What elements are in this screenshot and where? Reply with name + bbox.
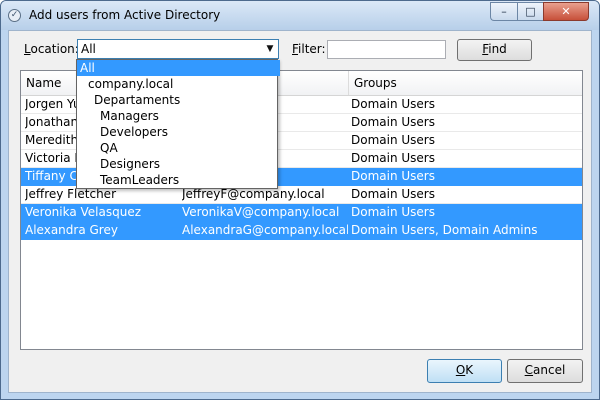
email-cell: AlexandraG@company.local	[182, 223, 348, 237]
filter-label: Filter:	[292, 42, 326, 56]
chevron-down-icon[interactable]: ▼	[262, 40, 278, 58]
location-dropdown[interactable]: All company.local Departaments Managers Deve…	[76, 59, 280, 189]
name-cell: Veronika Velasquez	[25, 205, 142, 219]
dialog-window: ✓ Add users from Active Directory – □ ✕ …	[0, 0, 600, 400]
dropdown-item[interactable]: Managers	[77, 108, 300, 124]
close-button[interactable]: ✕	[543, 2, 589, 21]
groups-cell: Domain Users	[351, 97, 435, 111]
window-title: Add users from Active Directory	[29, 8, 221, 22]
groups-cell: Domain Users	[351, 169, 435, 183]
location-label: Location:	[24, 42, 79, 56]
name-cell: Alexandra Grey	[25, 223, 118, 237]
dropdown-item[interactable]: TeamLeaders	[77, 172, 300, 188]
dropdown-item[interactable]: Developers	[77, 124, 300, 140]
dropdown-item[interactable]: Departaments	[77, 92, 294, 108]
groups-cell: Domain Users	[351, 115, 435, 129]
groups-cell: Domain Users	[351, 187, 435, 201]
email-cell: VeronikaV@company.local	[182, 205, 340, 219]
table-row[interactable]: Veronika Velasquez VeronikaV@company.loca…	[21, 204, 582, 222]
location-combobox[interactable]: All ▼	[77, 39, 279, 59]
dropdown-item[interactable]: company.local	[77, 76, 288, 92]
maximize-button[interactable]: □	[517, 2, 543, 21]
window-controls: – □ ✕	[490, 2, 589, 21]
location-label-text: Location:	[24, 42, 79, 56]
dropdown-item[interactable]: Designers	[77, 156, 300, 172]
filter-label-text: Filter:	[292, 42, 326, 56]
groups-cell: Domain Users	[351, 205, 435, 219]
dropdown-item[interactable]: QA	[77, 140, 300, 156]
groups-cell: Domain Users	[351, 133, 435, 147]
ok-button[interactable]: OK	[427, 359, 502, 383]
dropdown-item[interactable]: All	[77, 60, 280, 76]
groups-cell: Domain Users, Domain Admins	[351, 223, 538, 237]
find-button[interactable]: Find	[457, 39, 532, 61]
minimize-button[interactable]: –	[490, 2, 517, 21]
filter-input[interactable]	[327, 40, 446, 59]
column-header-groups[interactable]: Groups	[349, 71, 582, 95]
location-value: All	[81, 42, 96, 56]
groups-cell: Domain Users	[351, 151, 435, 165]
table-row[interactable]: Alexandra Grey AlexandraG@company.local Do…	[21, 222, 582, 240]
app-icon: ✓	[8, 9, 21, 22]
cancel-button[interactable]: Cancel	[507, 359, 583, 383]
